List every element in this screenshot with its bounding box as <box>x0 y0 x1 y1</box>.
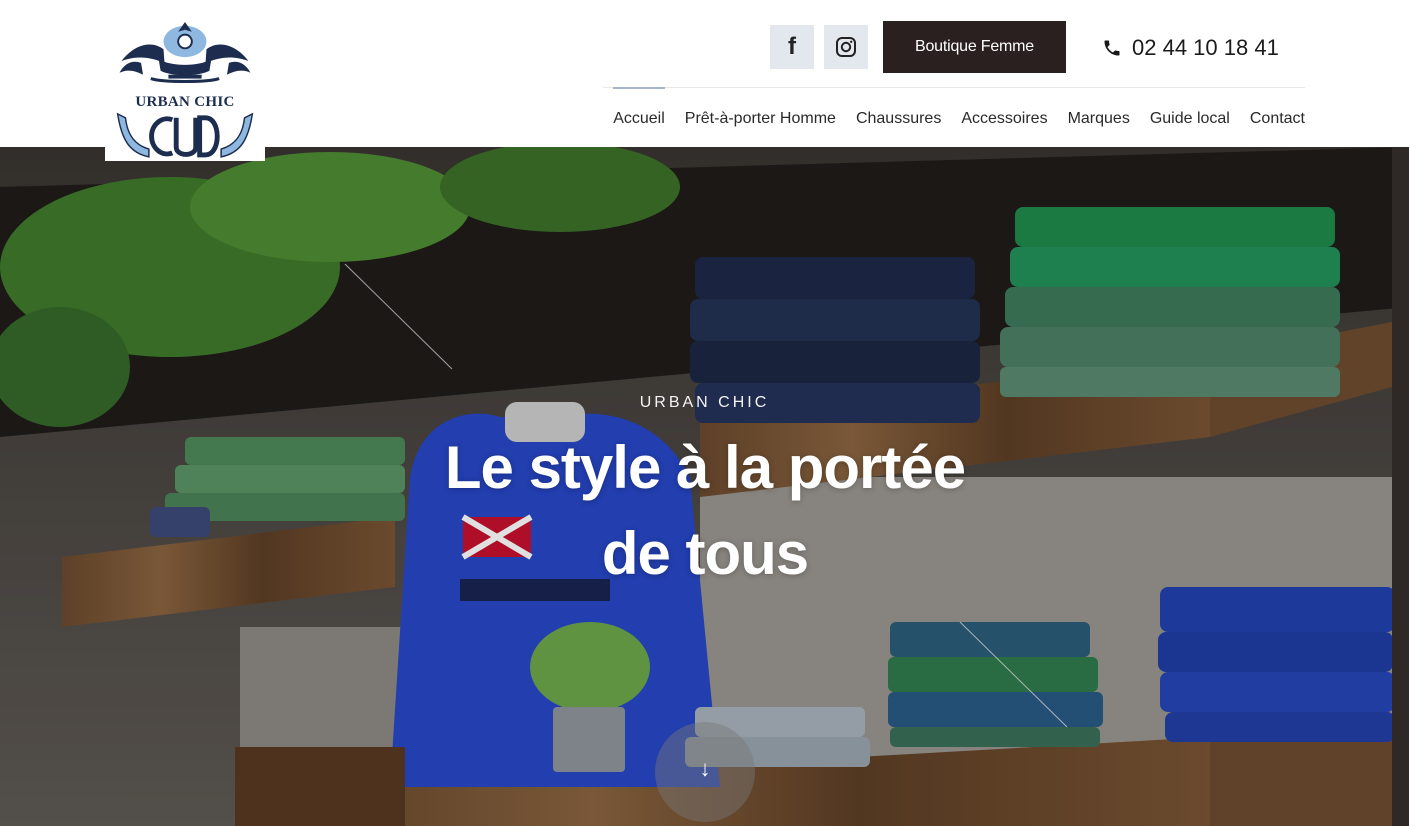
facebook-icon: f <box>788 33 796 60</box>
facebook-button[interactable]: f <box>770 25 814 69</box>
hero-title: Le style à la portée de tous <box>444 434 966 587</box>
scroll-down-button[interactable]: ↓ <box>655 722 755 822</box>
logo-wordmark: URBAN CHIC <box>135 94 235 111</box>
hero-section: URBAN CHIC Le style à la portée de tous … <box>0 147 1409 826</box>
hero-right-edge <box>1392 147 1409 826</box>
hero-kicker: URBAN CHIC <box>639 394 770 411</box>
page: URBAN CHIC f Boutique Femme 02 44 10 18 … <box>0 0 1409 826</box>
nav-item-accueil[interactable]: Accueil <box>613 87 665 128</box>
boutique-femme-button[interactable]: Boutique Femme <box>883 21 1066 73</box>
instagram-button[interactable] <box>824 25 868 69</box>
nav-item-pret-a-porter-homme[interactable]: Prêt-à-porter Homme <box>685 110 836 128</box>
logo-monogram-icon <box>116 112 254 158</box>
nav-item-marques[interactable]: Marques <box>1068 110 1130 128</box>
arrow-down-icon: ↓ <box>699 756 711 781</box>
nav-item-contact[interactable]: Contact <box>1250 110 1305 128</box>
phone-icon <box>1104 40 1120 56</box>
nav-item-guide-local[interactable]: Guide local <box>1150 110 1230 128</box>
nav-item-chaussures[interactable]: Chaussures <box>856 110 941 128</box>
nav-divider <box>603 87 1305 88</box>
logo-crest-icon <box>119 21 251 83</box>
phone-number: 02 44 10 18 41 <box>1132 35 1279 60</box>
site-logo[interactable]: URBAN CHIC <box>105 14 265 161</box>
phone-link[interactable]: 02 44 10 18 41 <box>1102 34 1279 62</box>
site-header: URBAN CHIC f Boutique Femme 02 44 10 18 … <box>0 0 1409 161</box>
instagram-icon <box>836 37 856 57</box>
main-nav: Accueil Prêt-à-porter Homme Chaussures A… <box>613 87 1305 128</box>
nav-item-accessoires[interactable]: Accessoires <box>961 110 1047 128</box>
